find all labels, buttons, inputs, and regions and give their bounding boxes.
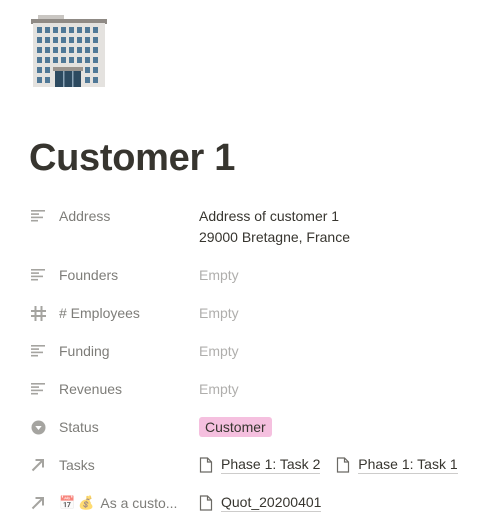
property-label: Founders	[59, 267, 119, 283]
page-doc-icon	[199, 494, 213, 511]
property-name[interactable]: Revenues	[30, 375, 195, 403]
property-label: Address	[59, 208, 111, 224]
property-row-address: Address Address of customer 1 29000 Bret…	[30, 202, 490, 245]
property-value-founders[interactable]: Empty	[199, 261, 239, 286]
text-lines-icon	[30, 381, 46, 397]
page-doc-icon	[337, 456, 350, 473]
relation-arrow-icon	[30, 495, 46, 511]
page-doc-icon	[199, 456, 213, 473]
relation-label: Phase 1: Task 2	[221, 456, 321, 474]
property-row-revenues: Revenues Empty	[30, 375, 490, 403]
text-lines-icon	[30, 343, 46, 359]
property-name[interactable]: Tasks	[30, 451, 195, 479]
money-bag-emoji-icon: 💰	[78, 495, 95, 510]
text-lines-icon	[30, 208, 46, 224]
property-label: Revenues	[59, 381, 123, 397]
property-row-tasks: Tasks Phase 1: Task 2 Phase 1: Task 1	[30, 451, 490, 479]
property-name[interactable]: # Employees	[30, 299, 195, 327]
property-label: As a custo...	[100, 495, 178, 511]
relation-arrow-icon	[30, 457, 46, 473]
property-value-funding[interactable]: Empty	[199, 337, 239, 362]
property-label: Status	[59, 419, 99, 435]
property-row-employees: # Employees Empty	[30, 299, 490, 327]
select-icon	[30, 419, 46, 435]
address-line-2: 29000 Bretagne, France	[199, 229, 350, 245]
property-value-tasks: Phase 1: Task 2 Phase 1: Task 1	[199, 451, 470, 479]
property-name[interactable]: Address	[30, 202, 195, 230]
relation-item[interactable]: Phase 1: Task 2	[199, 455, 321, 474]
address-line-1: Address of customer 1	[199, 208, 340, 224]
property-row-founders: Founders Empty	[30, 261, 490, 289]
relation-item[interactable]: Quot_20200401	[199, 493, 322, 512]
property-label: Tasks	[59, 457, 95, 473]
property-name[interactable]: Status	[30, 413, 195, 441]
property-value-employees[interactable]: Empty	[199, 299, 239, 324]
property-value-revenues[interactable]: Empty	[199, 375, 239, 400]
relation-label: Phase 1: Task 1	[358, 456, 458, 474]
property-name[interactable]: 📅 💰 As a custo...	[30, 489, 195, 517]
property-row-as-a-customer: 📅 💰 As a custo... Quot_20200401	[30, 489, 490, 517]
page-icon-office-building[interactable]	[30, 12, 108, 90]
relation-label: Quot_20200401	[221, 494, 322, 512]
property-value-as-a-customer: Quot_20200401	[199, 489, 333, 517]
property-label: Funding	[59, 343, 110, 359]
property-name[interactable]: Founders	[30, 261, 195, 289]
property-label: # Employees	[59, 305, 140, 321]
page-title[interactable]: Customer 1	[29, 134, 235, 182]
hash-icon	[30, 305, 46, 321]
property-name[interactable]: Funding	[30, 337, 195, 365]
property-row-status: Status Customer	[30, 413, 490, 441]
property-value-address[interactable]: Address of customer 1 29000 Bretagne, Fr…	[199, 202, 350, 248]
status-tag[interactable]: Customer	[199, 417, 272, 437]
property-row-funding: Funding Empty	[30, 337, 490, 365]
calendar-emoji-icon: 📅	[59, 495, 76, 510]
property-value-status[interactable]: Customer	[199, 413, 272, 438]
relation-item[interactable]: Phase 1: Task 1	[336, 455, 458, 474]
text-lines-icon	[30, 267, 46, 283]
